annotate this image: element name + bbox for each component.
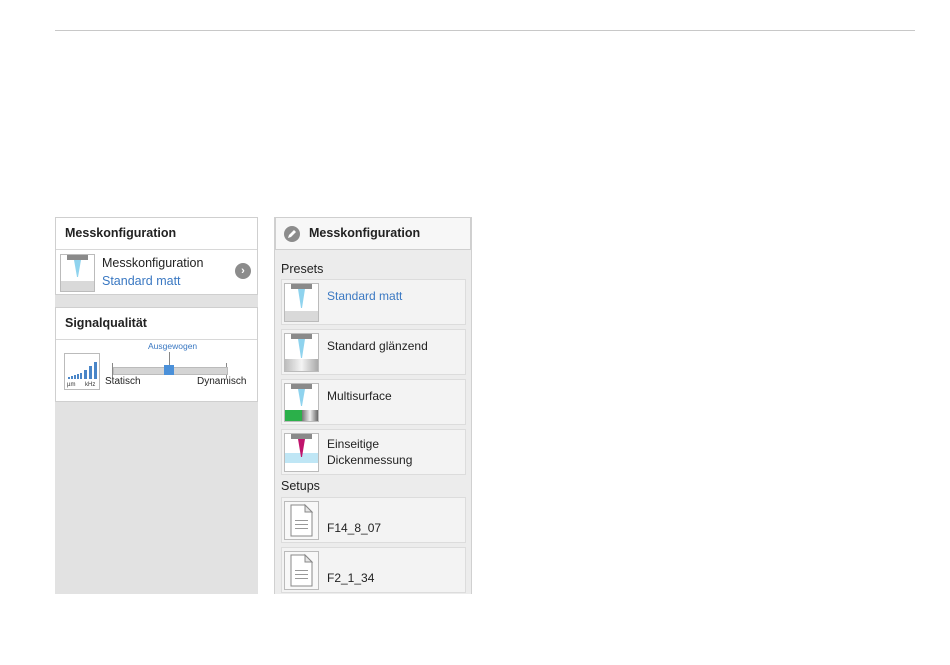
sensor-multisurface-icon [284,383,319,422]
preset-label: Standard matt [327,289,403,303]
setup-label: F14_8_07 [327,521,382,535]
setup-item[interactable]: F2_1_34 [281,547,466,593]
preset-label: Multisurface [327,389,392,403]
config-card: Messkonfiguration Messkonfiguration Stan… [55,217,258,295]
presets-label: Presets [281,262,324,276]
slider-thumb[interactable] [164,365,174,375]
signal-bars-icon: µm kHz [64,353,100,390]
slider-value-label: Ausgewogen [148,341,198,351]
signal-unit-khz: kHz [85,382,96,388]
document-icon [284,551,319,590]
preset-label: Standard glänzend [327,339,428,353]
config-card-title: Messkonfiguration [56,218,257,250]
config-selector[interactable]: Messkonfiguration Standard matt › [56,250,257,294]
sensor-matt-icon [284,283,319,322]
sensor-thickness-icon [284,433,319,472]
panel-title: Messkonfiguration [309,226,421,240]
sensor-matt-icon [60,254,95,292]
signal-quality-title: Signalqualität [56,308,257,340]
setup-item[interactable]: F14_8_07 [281,497,466,543]
config-title-text: Messkonfiguration [102,256,204,270]
top-rule [55,30,915,31]
sensor-glossy-icon [284,333,319,372]
preset-multisurface[interactable]: Multisurface [281,379,466,425]
chevron-right-circle-icon[interactable]: › [235,263,251,279]
preset-einseitige-dickenmessung[interactable]: Einseitige Dickenmessung [281,429,466,475]
document-icon [284,501,319,540]
slider-min-label: Statisch [105,376,141,387]
setups-label: Setups [281,479,320,493]
setup-label: F2_1_34 [327,571,375,585]
signal-quality-card: Signalqualität µm kHz Ausgewogen Statisc… [55,307,258,402]
panel-header: Messkonfiguration [275,217,471,250]
slider-pointer [169,352,170,366]
config-value-text: Standard matt [102,274,181,288]
preset-label: Einseitige Dickenmessung [327,437,413,467]
preset-standard-matt[interactable]: Standard matt [281,279,466,325]
pencil-icon [284,226,300,242]
config-panel: Messkonfiguration Presets Standard matt [274,217,472,594]
preset-standard-glaenzend[interactable]: Standard glänzend [281,329,466,375]
slider-max-label: Dynamisch [197,376,247,387]
signal-unit-um: µm [67,382,76,388]
